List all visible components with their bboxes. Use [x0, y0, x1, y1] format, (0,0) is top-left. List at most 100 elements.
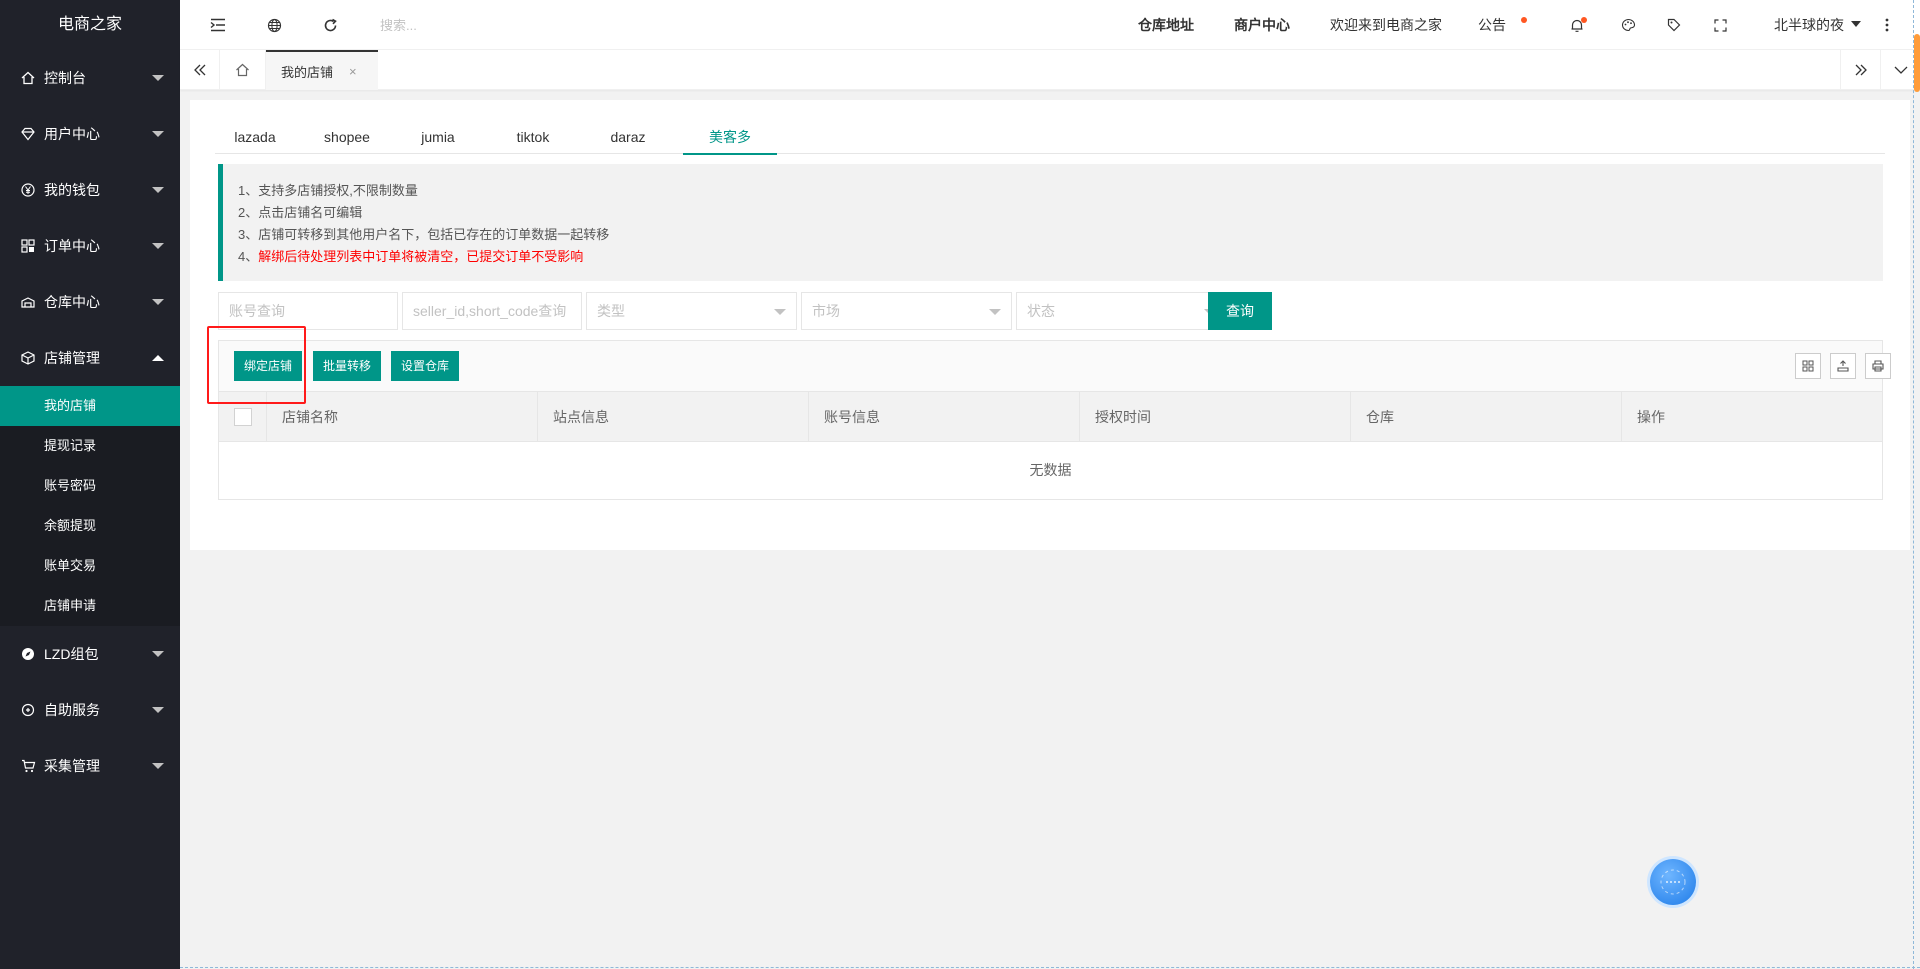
notice-line: 1、支持多店铺授权,不限制数量	[238, 183, 418, 198]
column-header-warehouse[interactable]: 仓库	[1351, 392, 1622, 442]
notice-warning: 解绑后待处理列表中订单将被清空，已提交订单不受影响	[258, 249, 584, 264]
notice-line: 4、解绑后待处理列表中订单将被清空，已提交订单不受影响	[238, 246, 1868, 268]
sidebar-item-wallet[interactable]: 我的钱包	[0, 162, 180, 218]
floating-assistant-button[interactable]	[1650, 859, 1696, 905]
store-management-submenu: 我的店铺 提现记录 账号密码 余额提现 账单交易 店铺申请	[0, 386, 180, 626]
bell-icon[interactable]	[1557, 0, 1597, 50]
caret-down-icon	[152, 651, 164, 657]
select-all-checkbox[interactable]	[234, 408, 252, 426]
tab-label: 我的店铺	[281, 64, 334, 80]
submenu-item-withdraw-records[interactable]: 提现记录	[0, 426, 180, 466]
tab-tiktok[interactable]: tiktok	[487, 120, 579, 154]
cart-icon	[20, 758, 36, 774]
tab-my-stores[interactable]: 我的店铺 ×	[266, 50, 378, 90]
column-header-actions[interactable]: 操作	[1622, 392, 1882, 442]
welcome-text: 欢迎来到电商之家	[1330, 17, 1442, 33]
table-empty-text: 无数据	[1029, 462, 1072, 478]
sidebar-item-store-management[interactable]: 店铺管理	[0, 330, 180, 386]
batch-transfer-button[interactable]: 批量转移	[313, 351, 382, 381]
apps-icon	[20, 238, 36, 254]
sidebar-item-label: 店铺管理	[44, 350, 100, 366]
store-table: 绑定店铺 批量转移 设置仓库 店铺名称 站点信息 账号信息 授权时间 仓库 操作…	[218, 340, 1891, 500]
sidebar-item-label: 用户中心	[44, 126, 100, 142]
globe-icon[interactable]	[254, 0, 294, 50]
notice-link[interactable]: 公告	[1478, 0, 1506, 50]
sidebar: 电商之家 控制台 用户中心 我的钱包 订单中心 仓库中心 店铺管理 我的店铺 提…	[0, 0, 180, 969]
app-logo[interactable]: 电商之家	[0, 0, 180, 50]
columns-filter-icon[interactable]	[1795, 353, 1821, 379]
header-search-input[interactable]	[380, 14, 500, 36]
set-warehouse-button[interactable]: 设置仓库	[391, 351, 460, 381]
type-select-placeholder: 类型	[597, 303, 625, 319]
market-select[interactable]: 市场	[801, 292, 1012, 330]
user-dropdown-icon[interactable]	[1851, 21, 1861, 27]
submenu-item-account-password[interactable]: 账号密码	[0, 466, 180, 506]
tabs-scroll-left-icon[interactable]	[180, 50, 220, 90]
tag-icon[interactable]	[1654, 0, 1694, 50]
select-all-cell	[219, 392, 267, 442]
home-tab-icon[interactable]	[220, 50, 266, 90]
submenu-item-my-stores[interactable]: 我的店铺	[0, 386, 180, 426]
sidebar-item-collection[interactable]: 采集管理	[0, 738, 180, 794]
status-select-placeholder: 状态	[1027, 303, 1055, 319]
caret-down-icon	[152, 243, 164, 249]
tab-daraz[interactable]: daraz	[581, 120, 675, 154]
tab-shopee[interactable]: shopee	[301, 120, 393, 154]
tab-jumia[interactable]: jumia	[393, 120, 483, 154]
tab-lazada[interactable]: lazada	[215, 120, 295, 154]
menu-toggle-icon[interactable]	[198, 0, 238, 50]
notice-box: 1、支持多店铺授权,不限制数量 2、点击店铺名可编辑 3、店铺可转移到其他用户名…	[218, 164, 1883, 281]
theme-palette-icon[interactable]	[1608, 0, 1648, 50]
tab-meikeduo[interactable]: 美客多	[683, 120, 777, 155]
sidebar-item-self-service[interactable]: 自助服务	[0, 682, 180, 738]
status-select[interactable]: 状态	[1016, 292, 1227, 330]
notice-line: 3、店铺可转移到其他用户名下，包括已存在的订单数据一起转移	[238, 227, 610, 242]
caret-down-icon	[152, 707, 164, 713]
submenu-item-store-application[interactable]: 店铺申请	[0, 586, 180, 626]
caret-down-icon	[152, 763, 164, 769]
refresh-icon[interactable]	[310, 0, 350, 50]
caret-down-icon	[989, 309, 1001, 315]
close-tab-icon[interactable]: ×	[349, 64, 357, 79]
page-tab-bar: 我的店铺 ×	[180, 50, 1920, 90]
sidebar-item-warehouse[interactable]: 仓库中心	[0, 274, 180, 330]
user-name[interactable]: 北半球的夜	[1774, 0, 1844, 50]
column-header-auth-time[interactable]: 授权时间	[1080, 392, 1351, 442]
column-header-site-info[interactable]: 站点信息	[538, 392, 809, 442]
sidebar-item-label: 自助服务	[44, 702, 100, 718]
bind-store-button[interactable]: 绑定店铺	[234, 351, 303, 381]
seller-search-field[interactable]	[402, 292, 582, 330]
sidebar-item-label: 我的钱包	[44, 182, 100, 198]
scrollbar-thumb[interactable]	[1914, 34, 1920, 92]
warehouse-address-link[interactable]: 仓库地址	[1138, 0, 1194, 50]
tabs-scroll-right-icon[interactable]	[1840, 50, 1880, 90]
home-icon	[20, 70, 36, 86]
page-scrollbar[interactable]	[1913, 0, 1920, 969]
column-header-store-name[interactable]: 店铺名称	[267, 392, 538, 442]
submenu-item-bill-transactions[interactable]: 账单交易	[0, 546, 180, 586]
market-select-placeholder: 市场	[812, 303, 840, 319]
export-icon[interactable]	[1830, 353, 1856, 379]
account-search-input[interactable]	[229, 294, 397, 328]
merchant-center-link[interactable]: 商户中心	[1234, 0, 1290, 50]
notice-badge-dot	[1521, 17, 1527, 23]
sidebar-item-lzd-package[interactable]: LZD组包	[0, 626, 180, 682]
print-icon[interactable]	[1865, 353, 1891, 379]
query-button[interactable]: 查询	[1208, 292, 1272, 330]
type-select[interactable]: 类型	[586, 292, 797, 330]
account-search-field[interactable]	[218, 292, 398, 330]
column-header-account-info[interactable]: 账号信息	[809, 392, 1080, 442]
sidebar-item-label: 采集管理	[44, 758, 100, 774]
sidebar-item-orders[interactable]: 订单中心	[0, 218, 180, 274]
more-vertical-icon[interactable]	[1872, 0, 1902, 50]
submenu-item-balance-withdraw[interactable]: 余额提现	[0, 506, 180, 546]
seller-search-input[interactable]	[413, 294, 581, 328]
notice-line: 2、点击店铺名可编辑	[238, 205, 363, 220]
warehouse-icon	[20, 294, 36, 310]
fullscreen-icon[interactable]	[1700, 0, 1740, 50]
assistant-icon	[1660, 869, 1686, 895]
notice-line-number: 4、	[238, 249, 259, 264]
sidebar-item-console[interactable]: 控制台	[0, 50, 180, 106]
sidebar-item-user-center[interactable]: 用户中心	[0, 106, 180, 162]
sidebar-item-label: 仓库中心	[44, 294, 100, 310]
